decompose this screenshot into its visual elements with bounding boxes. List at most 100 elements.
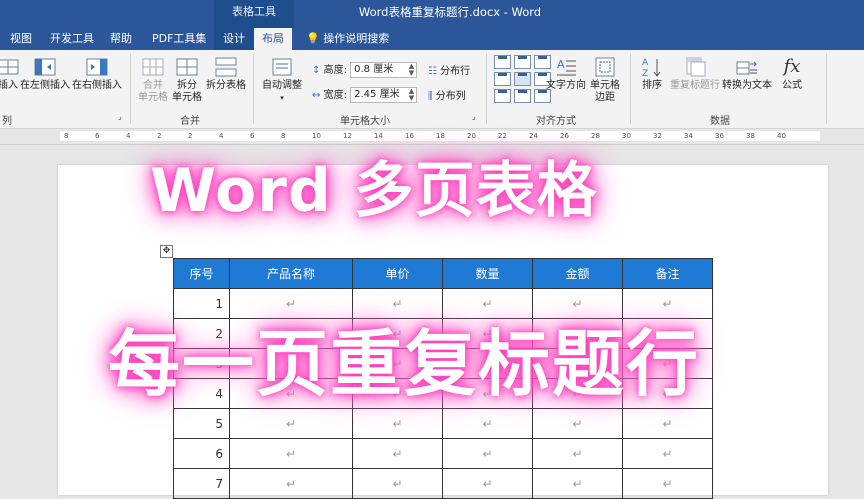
alignment-group-label: 对齐方式 [536, 116, 576, 127]
ruler-tick-label: 6 [95, 132, 100, 140]
width-label: 宽度: [323, 90, 347, 101]
tab-view[interactable]: 视图 [8, 28, 34, 50]
chevron-down-icon: ▾ [280, 94, 284, 102]
group-divider [486, 54, 487, 124]
row-height-icon: ↕ [312, 65, 321, 76]
row-number-cell[interactable]: 7 [173, 468, 230, 499]
tab-layout[interactable]: 布局 [254, 28, 292, 50]
align-top-center-icon[interactable] [514, 55, 531, 69]
dialog-launcher-icon[interactable]: ⌟ [118, 112, 122, 121]
sort-label: 排序 [642, 80, 662, 91]
spinner-arrows-icon[interactable]: ▲ ▼ [409, 63, 414, 77]
align-center-left-icon[interactable] [494, 72, 511, 86]
tab-design[interactable]: 设计 [214, 28, 254, 50]
table-cell[interactable]: ↵ [229, 438, 353, 469]
table-cell[interactable]: ↵ [442, 468, 533, 499]
text-direction-button[interactable]: A 文字方向 [546, 56, 586, 92]
insert-icon [0, 59, 19, 75]
tab-pdf-tools[interactable]: PDF工具集 [150, 28, 208, 50]
split-table-icon [215, 57, 237, 77]
header-cell[interactable]: 序号 [173, 258, 230, 289]
svg-text:Z: Z [642, 69, 648, 78]
col-width-input[interactable]: 2.45 厘米 ▲ ▼ [350, 87, 418, 103]
ruler-tick-label: 38 [746, 132, 755, 140]
convert-to-text-icon [736, 61, 758, 75]
insert-button[interactable]: 插入 [0, 56, 20, 92]
table-cell[interactable]: ↵ [532, 468, 623, 499]
distribute-cols-label: 分布列 [435, 91, 466, 102]
insert-left-button[interactable]: 在左侧插入 [20, 56, 70, 92]
align-bottom-center-icon[interactable] [514, 89, 531, 103]
autofit-button[interactable]: 自动调整 ▾ [262, 56, 302, 104]
spinner-arrows-icon[interactable]: ▲ ▼ [409, 88, 414, 102]
distribute-cols-button[interactable]: ⫼ 分布列 [428, 87, 466, 102]
distribute-cols-icon: ⫼ [428, 91, 433, 102]
table-cell[interactable]: ↵ [352, 408, 443, 439]
align-bottom-left-icon[interactable] [494, 89, 511, 103]
tell-me-search[interactable]: 💡 操作说明搜索 [304, 28, 391, 50]
formula-button[interactable]: fx 公式 [780, 56, 804, 92]
tab-developer[interactable]: 开发工具 [48, 28, 96, 50]
merge-cells-icon [142, 58, 164, 76]
header-cell[interactable]: 单价 [352, 258, 443, 289]
ruler-tick-label: 2 [188, 132, 193, 140]
table-cell[interactable]: ↵ [622, 438, 713, 469]
height-label: 高度: [323, 65, 347, 76]
cell-margins-line2: 边距 [595, 92, 615, 103]
insert-right-button[interactable]: 在右侧插入 [72, 56, 122, 92]
header-cell[interactable]: 金额 [532, 258, 623, 289]
convert-to-text-button[interactable]: 转换为文本 [722, 56, 772, 92]
table-cell[interactable]: ↵ [229, 408, 353, 439]
table-cell[interactable]: ↵ [229, 468, 353, 499]
table-cell[interactable]: ↵ [352, 438, 443, 469]
split-cells-button[interactable]: 拆分 单元格 [172, 56, 202, 104]
cell-margins-line1: 单元格 [590, 80, 620, 91]
tab-help[interactable]: 帮助 [108, 28, 134, 50]
header-cell[interactable]: 数量 [442, 258, 533, 289]
repeat-header-button[interactable]: 重复标题行 [670, 56, 720, 92]
align-center-icon[interactable] [514, 72, 531, 86]
table-cell[interactable]: ↵ [622, 408, 713, 439]
header-cell[interactable]: 备注 [622, 258, 713, 289]
autofit-label: 自动调整 [262, 80, 302, 91]
autofit-icon [272, 58, 292, 76]
merge-cells-button[interactable]: 合并 单元格 [138, 56, 168, 104]
ruler-tick-label: 10 [312, 132, 321, 140]
table-cell[interactable]: ↵ [442, 438, 533, 469]
insert-left-label: 在左侧插入 [20, 80, 70, 91]
group-divider [253, 54, 254, 124]
table-cell[interactable]: ↵ [622, 468, 713, 499]
merge-group-label: 合并 [180, 116, 200, 127]
split-table-button[interactable]: 拆分表格 [206, 56, 246, 92]
align-top-left-icon[interactable] [494, 55, 511, 69]
row-number-cell[interactable]: 6 [173, 438, 230, 469]
row-number-cell[interactable]: 5 [173, 408, 230, 439]
row-height-input[interactable]: 0.8 厘米 ▲ ▼ [350, 62, 418, 78]
distribute-rows-label: 分布行 [440, 66, 471, 77]
split-cells-line1: 拆分 [177, 80, 197, 91]
header-cell[interactable]: 产品名称 [229, 258, 353, 289]
svg-text:A: A [557, 58, 565, 71]
sort-button[interactable]: AZ 排序 [640, 56, 664, 92]
table-cell[interactable]: ↵ [352, 468, 443, 499]
col-width-control: ↔ 宽度: 2.45 厘米 ▲ ▼ [312, 86, 418, 103]
insert-left-icon [34, 58, 56, 76]
split-table-label: 拆分表格 [206, 80, 246, 91]
dialog-launcher-icon[interactable]: ⌟ [472, 112, 476, 121]
table-move-handle-icon[interactable]: ✥ [160, 245, 173, 258]
repeat-header-label: 重复标题行 [670, 80, 720, 91]
distribute-rows-button[interactable]: ☷ 分布行 [428, 62, 470, 77]
table-cell[interactable]: ↵ [532, 408, 623, 439]
ruler-tick-label: 4 [126, 132, 131, 140]
cell-margins-button[interactable]: 单元格 边距 [590, 56, 620, 104]
cell-size-group-label: 单元格大小 [340, 116, 390, 127]
table-cell[interactable]: ↵ [442, 408, 533, 439]
ruler-tick-label: 20 [467, 132, 476, 140]
data-group-label: 数据 [710, 116, 730, 127]
table-row: 7 ↵ ↵ ↵ ↵ ↵ [173, 468, 713, 499]
col-width-icon: ↔ [312, 90, 321, 101]
svg-text:A: A [642, 58, 649, 68]
cell-margins-icon [595, 57, 615, 77]
ruler-tick-label: 8 [64, 132, 69, 140]
table-cell[interactable]: ↵ [532, 438, 623, 469]
